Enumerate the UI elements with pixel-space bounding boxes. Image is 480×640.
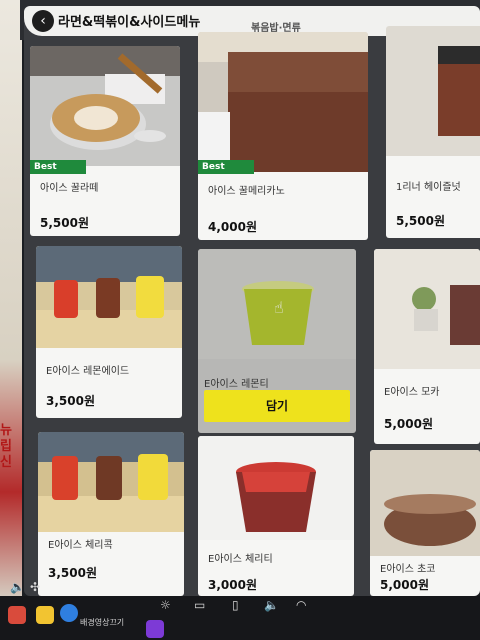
product-name: E아이스 체리티	[208, 554, 273, 565]
product-name: E아이스 레몬티	[204, 379, 269, 390]
product-name: 아이스 꿀라떼	[40, 183, 99, 194]
expand-icon[interactable]: ✣	[30, 580, 40, 594]
product-card-chocolate[interactable]: E아이스 초코 5,000원	[370, 450, 480, 596]
product-name: 1리너 헤이즐넛	[396, 182, 461, 193]
svg-text:☝: ☝	[274, 298, 284, 317]
product-card-cherry-tea[interactable]: E아이스 체리티 3,000원	[198, 436, 354, 596]
product-name: E아이스 초코	[380, 564, 436, 575]
app-icon[interactable]	[146, 620, 164, 638]
back-button[interactable]: ‹	[32, 10, 54, 32]
product-price: 3,500원	[46, 394, 95, 408]
product-price: 4,000원	[208, 220, 257, 234]
taskbar: 🔈 ✣ ☼ ▭ ▯ 🔈 ◠	[0, 580, 480, 640]
volume-icon[interactable]: 🔈	[10, 580, 25, 594]
chocolate-image	[370, 450, 480, 556]
product-card-cherry-coke[interactable]: E아이스 체리콕 3,500원	[38, 432, 184, 596]
honey-americano-image	[198, 32, 368, 172]
cherry-coke-image	[38, 432, 184, 532]
product-card-honey-latte[interactable]: Best 아이스 꿀라떼 5,500원	[30, 46, 180, 236]
speaker-icon[interactable]: 🔈	[264, 598, 279, 612]
edge-icon[interactable]	[60, 604, 78, 622]
hazelnut-image	[386, 26, 480, 156]
honey-latte-image	[30, 46, 180, 166]
folder-icon[interactable]	[36, 606, 54, 624]
product-price: 5,500원	[396, 214, 445, 228]
product-price: 3,500원	[48, 566, 97, 580]
product-card-hazelnut[interactable]: 1리너 헤이즐넛 5,500원	[386, 26, 480, 238]
product-name: E아이스 레몬에이드	[46, 366, 130, 377]
add-to-cart-button[interactable]: 담기	[204, 390, 350, 422]
product-name: E아이스 모카	[384, 387, 440, 398]
cherry-tea-image	[198, 436, 354, 540]
product-card-lemonade[interactable]: E아이스 레몬에이드 3,500원	[36, 246, 182, 418]
wifi-icon[interactable]: ◠	[296, 598, 306, 612]
monitor-icon[interactable]: ▭	[194, 598, 205, 612]
lemon-tea-image: ☝	[198, 249, 356, 359]
background-poster: 뉴 립 신	[0, 0, 22, 600]
product-price: 5,000원	[384, 417, 433, 431]
product-name: E아이스 체리콕	[48, 540, 113, 551]
best-badge: Best	[30, 160, 86, 174]
product-card-mocha[interactable]: E아이스 모카 5,000원	[374, 249, 480, 444]
product-name: 아이스 꿀메리카노	[208, 186, 285, 197]
kiosk-screen: ‹ 라면&떡볶이&사이드메뉴 볶음밥·면류 Best 아이스 꿀라떼 5,500…	[24, 6, 480, 596]
chevron-left-icon: ‹	[40, 13, 46, 29]
product-price: 5,000원	[380, 578, 429, 592]
poster-text: 뉴 립 신	[0, 423, 12, 470]
phone-icon[interactable]: ▯	[232, 598, 239, 612]
product-card-honey-americano[interactable]: Best 아이스 꿀메리카노 4,000원	[198, 32, 368, 240]
product-price: 5,500원	[40, 216, 89, 230]
product-price: 3,000원	[208, 578, 257, 592]
chrome-icon[interactable]	[8, 606, 26, 624]
lemonade-image	[36, 246, 182, 348]
category-title: 라면&떡볶이&사이드메뉴	[58, 15, 201, 30]
background-video-toggle[interactable]: 배경영상끄기	[80, 617, 124, 628]
brightness-icon[interactable]: ☼	[160, 598, 171, 612]
product-card-lemon-tea[interactable]: ☝ E아이스 레몬티 담기	[198, 249, 356, 433]
best-badge: Best	[198, 160, 254, 174]
mocha-image	[374, 249, 480, 369]
